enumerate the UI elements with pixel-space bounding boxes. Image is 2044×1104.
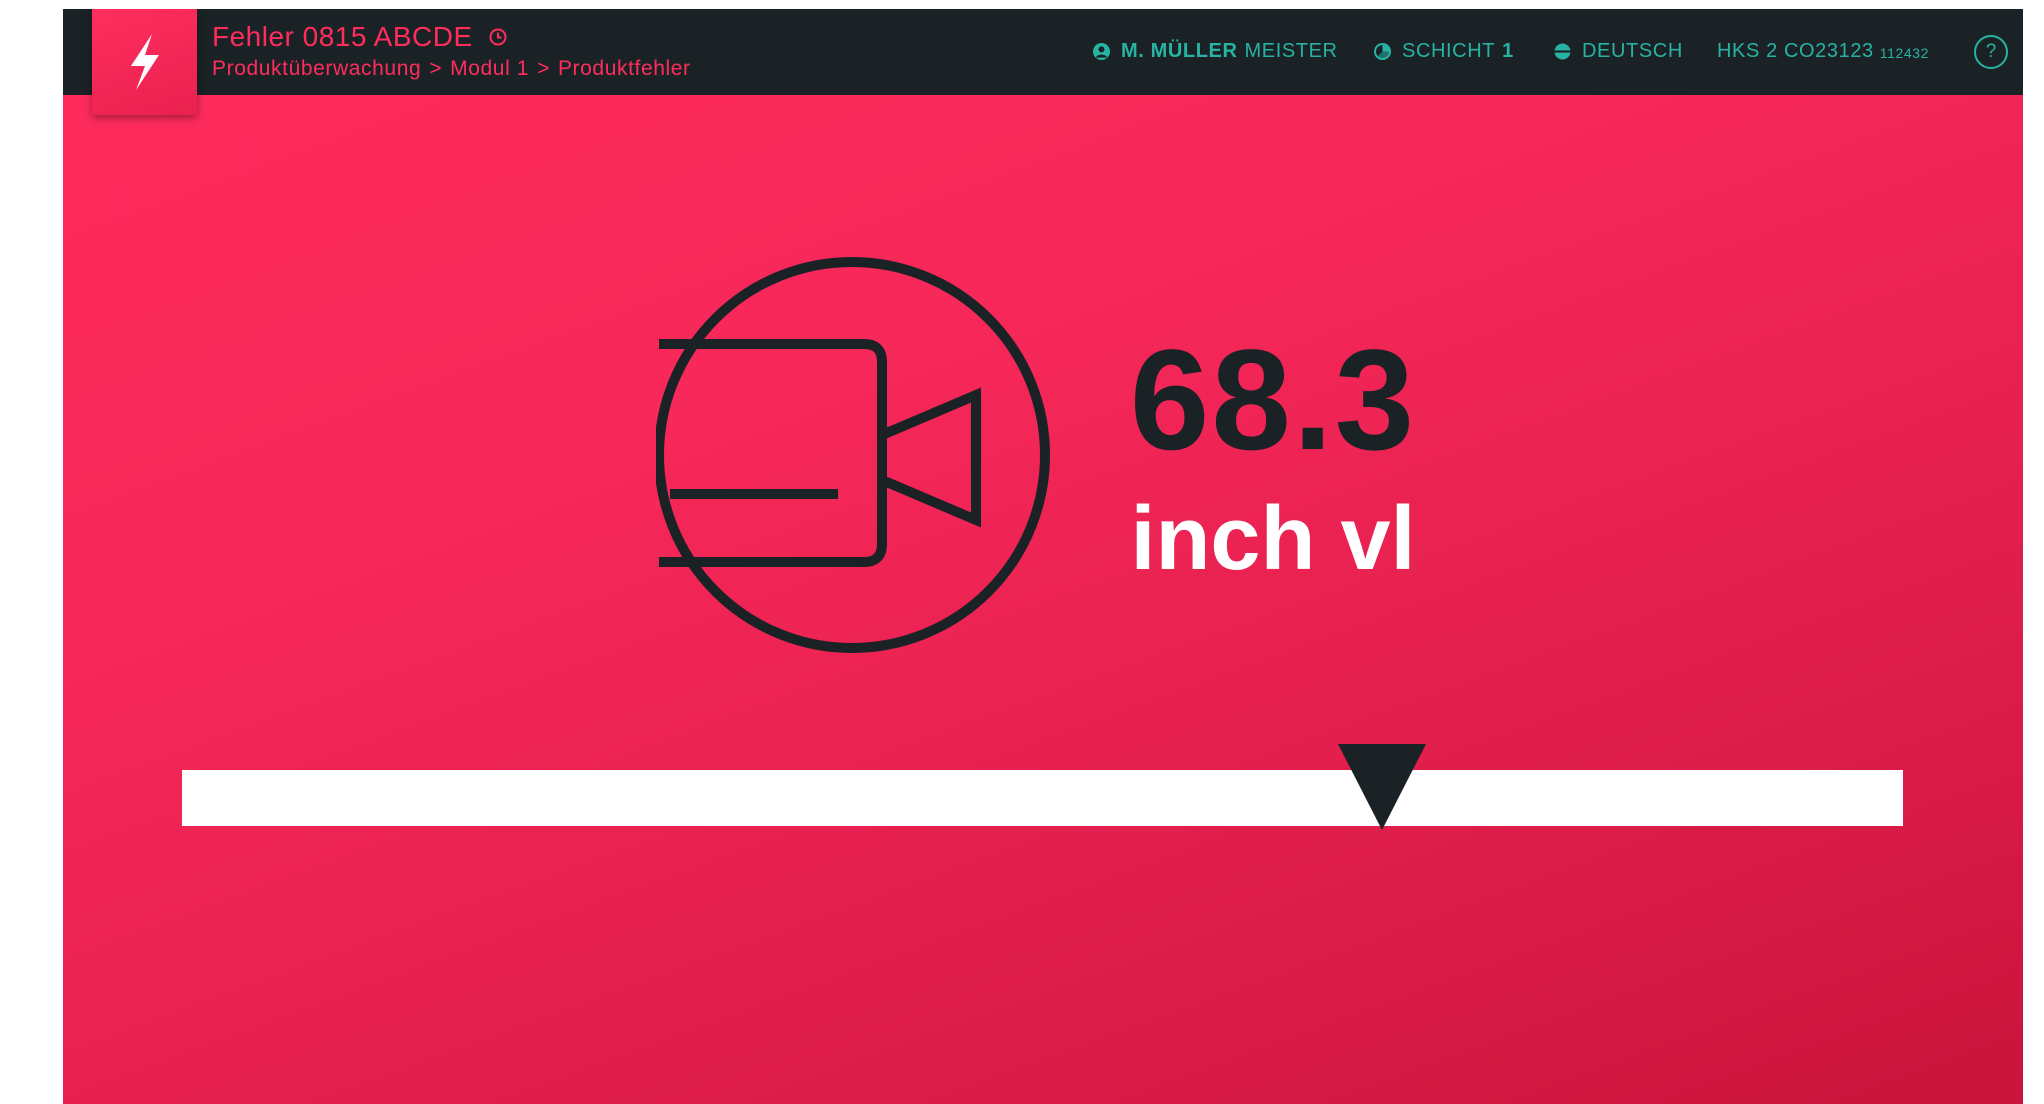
user-status[interactable]: M. MÜLLER MEISTER <box>1092 39 1338 63</box>
gauge-marker <box>1337 744 1426 830</box>
globe-icon <box>1553 42 1572 61</box>
device-info: HKS 2 CO23123 112432 <box>1717 39 1929 63</box>
measurement-value: 68.3 <box>1129 321 1417 480</box>
breadcrumb-separator: > <box>429 57 443 80</box>
logo[interactable] <box>92 9 197 115</box>
title-block: Fehler 0815 ABCDE Produktüberwachung > M… <box>212 21 691 81</box>
measurement-unit: inch vl <box>1130 489 1416 589</box>
clock-icon[interactable] <box>489 28 507 46</box>
video-camera-icon <box>656 257 1050 653</box>
lightning-icon <box>131 34 159 90</box>
user-role: MEISTER <box>1244 40 1338 62</box>
language-selector[interactable]: DEUTSCH <box>1553 39 1683 63</box>
breadcrumb: Produktüberwachung > Modul 1 > Produktfe… <box>212 57 691 81</box>
shift-label: SCHICHT <box>1402 40 1496 62</box>
breadcrumb-item-produktueberwachung[interactable]: Produktüberwachung <box>212 57 421 81</box>
shift-status[interactable]: SCHICHT 1 <box>1373 39 1514 63</box>
top-bar: Fehler 0815 ABCDE Produktüberwachung > M… <box>63 9 2023 95</box>
breadcrumb-separator: > <box>537 57 550 80</box>
app-screen: Fehler 0815 ABCDE Produktüberwachung > M… <box>63 9 2023 1104</box>
device-code: 112432 <box>1879 45 1930 61</box>
language-label: DEUTSCH <box>1582 40 1683 62</box>
user-icon <box>1092 42 1111 61</box>
breadcrumb-item-modul[interactable]: Modul 1 <box>450 57 529 81</box>
shift-value: 1 <box>1502 40 1514 62</box>
breadcrumb-item-produktfehler[interactable]: Produktfehler <box>558 57 691 81</box>
help-button[interactable]: ? <box>1974 35 2008 69</box>
gauge-bar <box>182 770 1903 826</box>
pie-chart-icon <box>1373 42 1392 61</box>
page-title: Fehler 0815 ABCDE <box>212 21 473 52</box>
user-name: M. MÜLLER <box>1121 40 1238 62</box>
device-label: HKS 2 CO23123 <box>1717 40 1874 62</box>
